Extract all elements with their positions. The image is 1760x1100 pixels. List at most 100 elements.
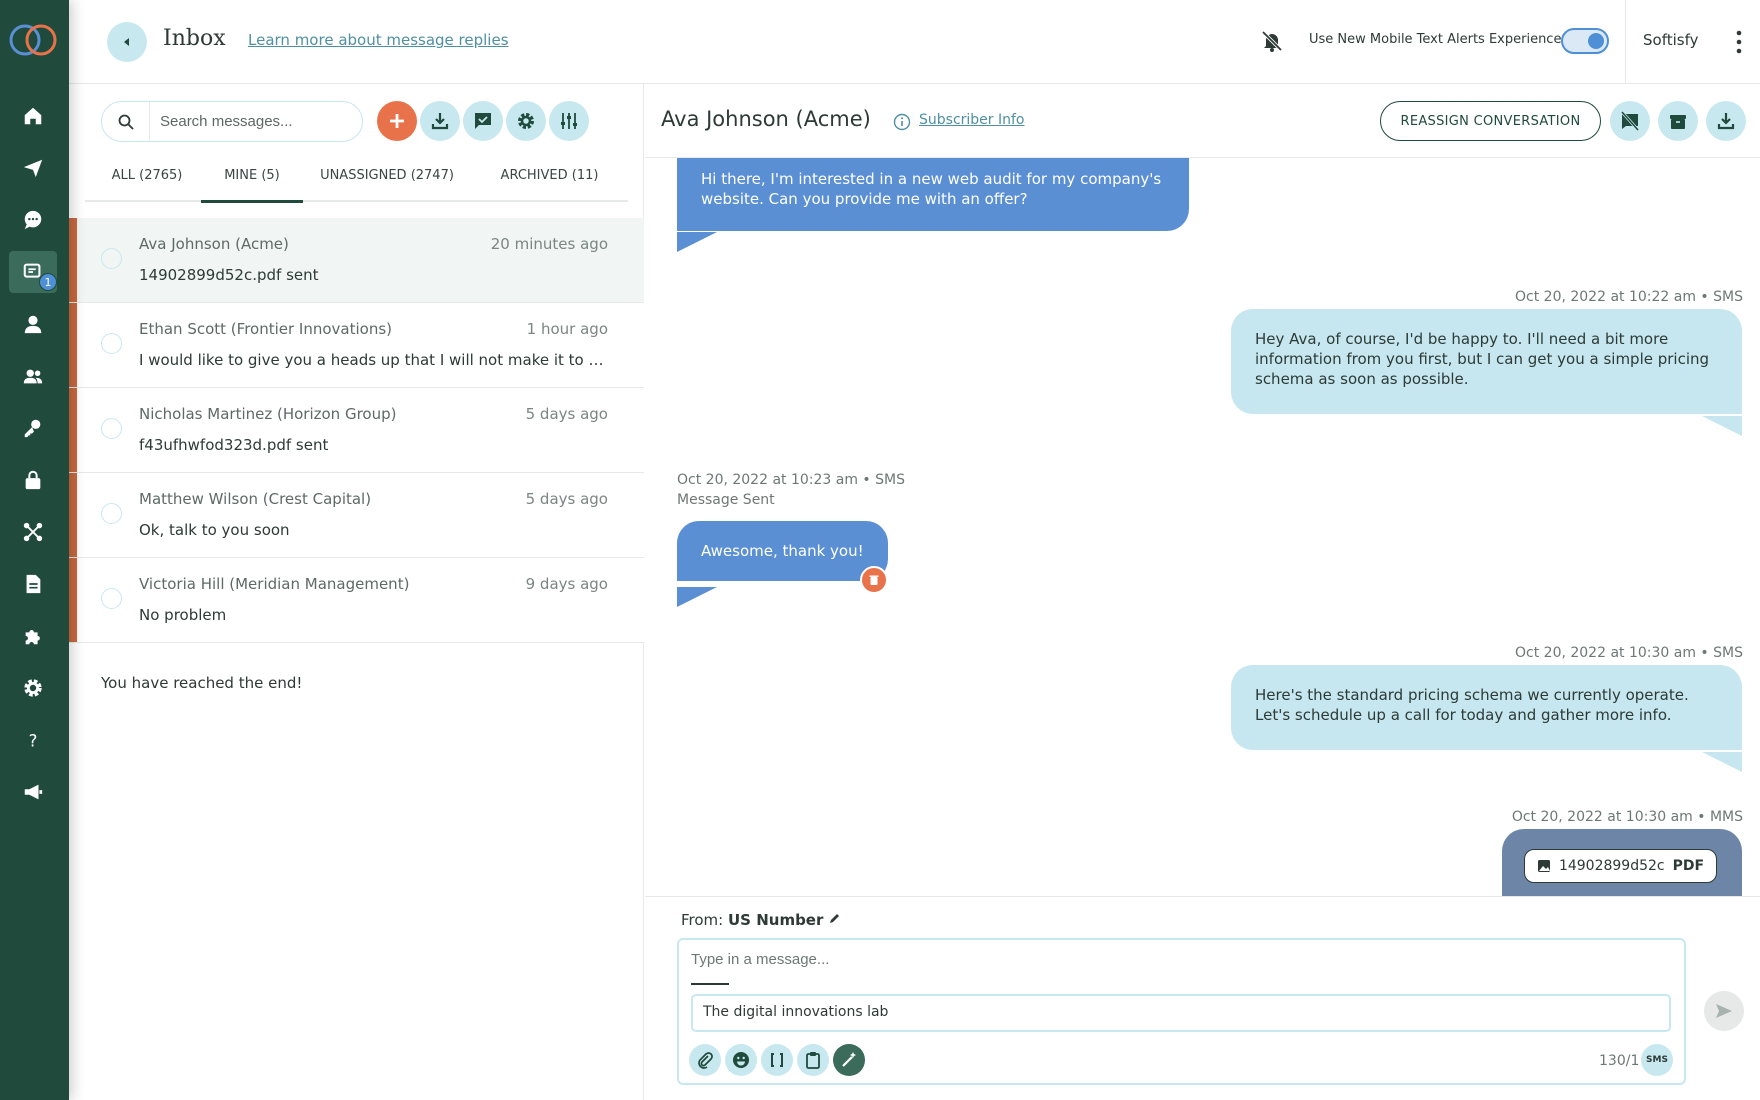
message-meta: Oct 20, 2022 at 10:30 am • MMS xyxy=(1511,809,1743,825)
conversation-preview: I would like to give you a heads up that… xyxy=(139,351,609,369)
export-button[interactable] xyxy=(1706,101,1746,141)
sidebar-item-help[interactable]: ? xyxy=(9,719,57,761)
conversation-name: Ethan Scott (Frontier Innovations) xyxy=(139,320,393,338)
sidebar-item-integrations[interactable] xyxy=(9,511,57,553)
priority-bar xyxy=(69,558,77,642)
home-icon xyxy=(24,107,42,125)
sidebar-item-security[interactable] xyxy=(9,459,57,501)
select-radio[interactable] xyxy=(101,248,122,269)
message-meta: Oct 20, 2022 at 10:23 am • SMS xyxy=(677,472,905,488)
mark-read-button[interactable] xyxy=(463,101,503,141)
subscriber-info-link[interactable]: Subscriber Info xyxy=(919,112,1025,128)
search-input[interactable] xyxy=(150,113,350,130)
page-title: Inbox xyxy=(163,26,226,51)
templates-button[interactable] xyxy=(797,1044,829,1076)
sidebar-item-send[interactable] xyxy=(9,147,57,189)
logo-icon[interactable] xyxy=(8,22,58,58)
tab-archived[interactable]: ARCHIVED (11) xyxy=(471,168,628,202)
emoji-icon xyxy=(733,1052,749,1068)
conversation-item[interactable]: Matthew Wilson (Crest Capital) 5 days ag… xyxy=(69,473,644,558)
conversation-preview: Ok, talk to you soon xyxy=(139,521,290,539)
inbox-settings-button[interactable] xyxy=(506,101,546,141)
signature-field[interactable]: The digital innovations lab xyxy=(691,994,1671,1032)
list-end-message: You have reached the end! xyxy=(101,674,303,692)
tab-all[interactable]: ALL (2765) xyxy=(85,168,209,202)
chat-check-icon xyxy=(475,113,491,129)
conversation-time: 5 days ago xyxy=(525,490,608,508)
conversation-name: Ava Johnson (Acme) xyxy=(139,235,289,253)
conversation-list-panel: ALL (2765) MINE (5) UNASSIGNED (2747) AR… xyxy=(69,84,644,1100)
send-button[interactable] xyxy=(1704,991,1744,1031)
sidebar-item-settings[interactable] xyxy=(9,667,57,709)
conversation-time: 20 minutes ago xyxy=(490,235,608,253)
new-experience-toggle[interactable] xyxy=(1561,28,1609,54)
info-icon xyxy=(893,113,911,131)
priority-bar xyxy=(69,218,77,302)
svg-text:?: ? xyxy=(29,731,38,750)
select-radio[interactable] xyxy=(101,418,122,439)
send-icon xyxy=(1716,1004,1732,1018)
emoji-button[interactable] xyxy=(725,1044,757,1076)
sidebar-item-announcements[interactable] xyxy=(9,771,57,813)
top-header: Inbox Learn more about message replies U… xyxy=(69,0,1760,84)
select-radio[interactable] xyxy=(101,503,122,524)
download-button[interactable] xyxy=(420,101,460,141)
document-icon xyxy=(26,574,41,594)
conversation-item[interactable]: Ethan Scott (Frontier Innovations) 1 hou… xyxy=(69,303,644,388)
contact-name: Ava Johnson (Acme) xyxy=(661,107,871,131)
sidebar-item-keywords[interactable] xyxy=(9,407,57,449)
send-icon xyxy=(23,159,43,178)
message-input[interactable] xyxy=(691,951,1671,968)
archive-button[interactable] xyxy=(1658,101,1698,141)
sidebar-item-groups[interactable] xyxy=(9,355,57,397)
sidebar-item-documents[interactable] xyxy=(9,563,57,605)
learn-more-link[interactable]: Learn more about message replies xyxy=(248,31,509,49)
download-icon xyxy=(1717,113,1735,130)
chat-icon xyxy=(24,210,42,230)
reassign-conversation-button[interactable]: REASSIGN CONVERSATION xyxy=(1380,101,1601,141)
pencil-icon[interactable] xyxy=(828,912,841,925)
attachment-type: PDF xyxy=(1672,858,1705,874)
sidebar-item-home[interactable] xyxy=(9,95,57,137)
new-message-button[interactable] xyxy=(377,101,417,141)
ai-assist-button[interactable] xyxy=(833,1044,865,1076)
disable-chat-button[interactable] xyxy=(1610,101,1650,141)
channel-badge[interactable]: SMS xyxy=(1641,1044,1673,1076)
attachment-pill[interactable]: 14902899d52c PDF xyxy=(1524,849,1717,883)
back-button[interactable] xyxy=(107,22,147,62)
caret-left-icon xyxy=(124,38,129,46)
megaphone-icon xyxy=(24,784,43,800)
merge-field-button[interactable] xyxy=(761,1044,793,1076)
message-bubble-outgoing: Hey Ava, of course, I'd be happy to. I'l… xyxy=(1231,309,1742,414)
message-composer: From: US Number The digital innovations … xyxy=(645,896,1760,1100)
sidebar-item-contacts[interactable] xyxy=(9,303,57,345)
header-divider xyxy=(1625,0,1626,84)
trash-icon xyxy=(869,575,879,585)
org-name[interactable]: Softisfy xyxy=(1643,31,1698,49)
tab-mine[interactable]: MINE (5) xyxy=(201,168,303,203)
select-radio[interactable] xyxy=(101,333,122,354)
message-meta: Oct 20, 2022 at 10:22 am • SMS xyxy=(1515,289,1743,305)
bubble-tail xyxy=(1702,752,1742,772)
delete-message-button[interactable] xyxy=(860,566,888,594)
filter-button[interactable] xyxy=(549,101,589,141)
conversation-item[interactable]: Victoria Hill (Meridian Management) 9 da… xyxy=(69,558,644,643)
bell-off-icon[interactable] xyxy=(1260,29,1284,53)
select-radio[interactable] xyxy=(101,588,122,609)
conversation-item[interactable]: Nicholas Martinez (Horizon Group) 5 days… xyxy=(69,388,644,473)
more-options-icon[interactable] xyxy=(1729,28,1749,56)
sidebar-item-apps[interactable] xyxy=(9,615,57,657)
gear-icon xyxy=(518,113,534,129)
sidebar-item-chat[interactable] xyxy=(9,199,57,241)
conversation-item[interactable]: Ava Johnson (Acme) 20 minutes ago 149028… xyxy=(69,218,644,303)
tab-unassigned[interactable]: UNASSIGNED (2747) xyxy=(303,168,471,202)
from-number[interactable]: US Number xyxy=(728,911,823,929)
sliders-icon xyxy=(561,113,577,129)
message-bubble-incoming: Hi there, I'm interested in a new web au… xyxy=(677,158,1189,231)
bubble-tail xyxy=(677,587,717,607)
conversation-preview: No problem xyxy=(139,606,227,624)
message-status: Message Sent xyxy=(677,492,775,508)
sidebar-item-inbox[interactable]: 1 xyxy=(9,251,57,293)
attach-button[interactable] xyxy=(689,1044,721,1076)
message-meta: Oct 20, 2022 at 10:30 am • SMS xyxy=(1515,645,1743,661)
